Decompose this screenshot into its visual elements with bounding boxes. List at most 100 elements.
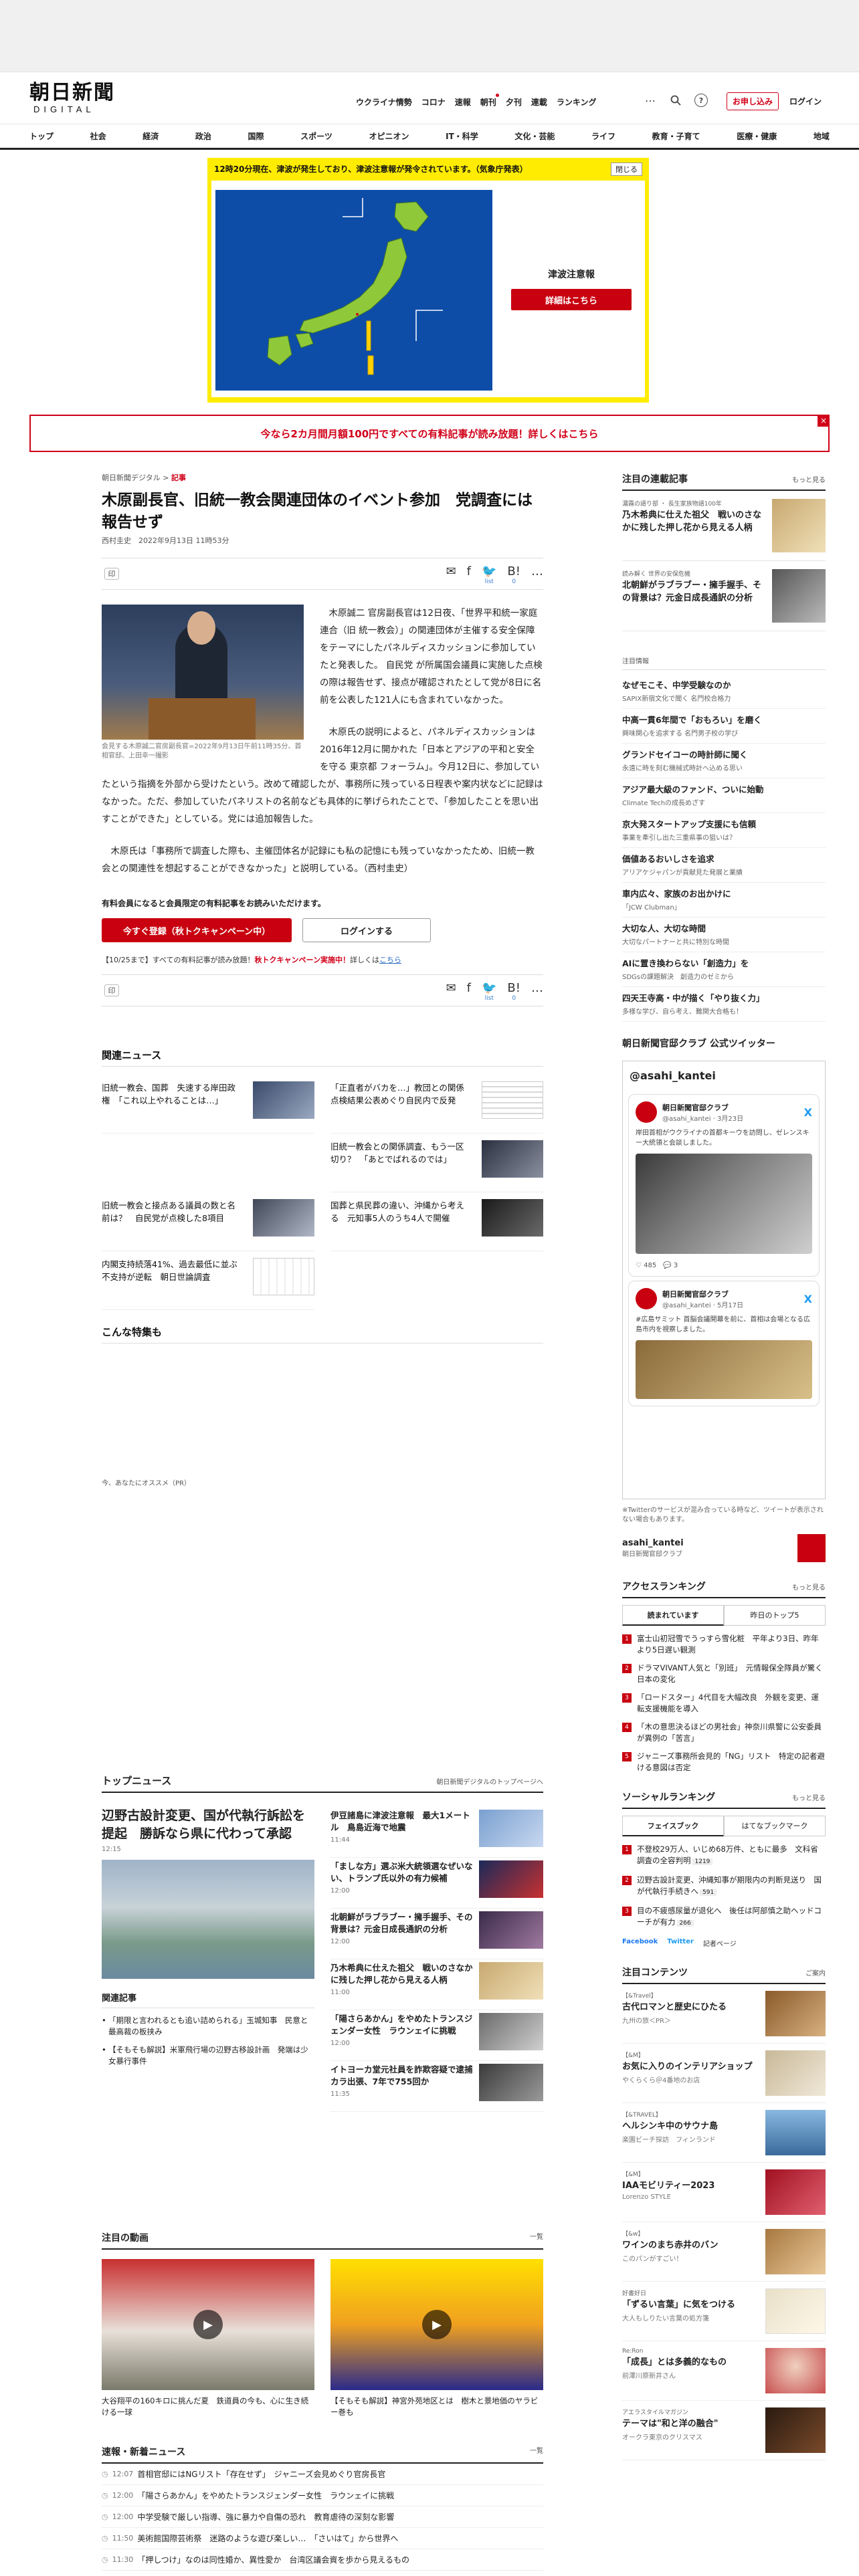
topnews-item[interactable]: 北朝鮮がラブラブー・擁手握手、その背景は？元金日成長通訳の分析 12:00 xyxy=(330,1909,543,1959)
video-card[interactable]: ▶ 大谷翔平の160キロに挑んだ夏 鉄道員の今も、心に生き続ける一球 xyxy=(102,2259,314,2418)
cat-sports[interactable]: スポーツ xyxy=(300,130,332,142)
video-card[interactable]: ▶ 【そもそも解説】神宮外苑地区とは 樹木と景地価のヤラビー巻も xyxy=(330,2259,543,2418)
ranking-item[interactable]: 4 「木の意思決るほどの男社会」神奈川県警に公安委員が異例の「苦言」 xyxy=(622,1718,826,1747)
more-share-icon-bottom[interactable]: … xyxy=(531,982,543,1002)
register-button[interactable]: 今すぐ登録（秋トクキャンペーン中） xyxy=(102,918,292,942)
social-item[interactable]: 2 辺野古設計変更、沖縄知事が期限内の判断見送り 国が代執行手続きへ 591 xyxy=(622,1871,826,1902)
cat-life[interactable]: ライフ xyxy=(591,130,615,142)
twitter-icon-bottom[interactable]: 🐦 list xyxy=(482,982,496,1002)
ad-item[interactable]: 四天王寺高・中が描く「やり抜く力」 多様な学び、自ら考え、難関大合格も！ xyxy=(622,987,826,1022)
topnews-item[interactable]: イトヨーカ堂元社員を詐欺容疑で逮捕 カラ出張、7年で755回か 11:35 xyxy=(330,2061,543,2112)
lead-photo[interactable] xyxy=(102,1860,314,1979)
nav-ranking[interactable]: ランキング xyxy=(557,96,597,108)
content-item[interactable]: 好書好日 「ずるい言葉」に気をつける 大人もしりたい言葉の処方箋 xyxy=(622,2282,826,2341)
topnews-item[interactable]: 伊豆諸島に津波注意報 最大1メートル 鳥島近海で地震 11:44 xyxy=(330,1807,543,1858)
cat-education[interactable]: 教育・子育て xyxy=(652,130,700,142)
play-icon[interactable]: ▶ xyxy=(422,2310,452,2339)
campaign-banner[interactable]: 今なら2カ月間月額100円ですべての有料記事が読み放題！詳しくはこちら × xyxy=(29,415,830,452)
breadcrumb-site[interactable]: 朝日新聞デジタル xyxy=(102,473,161,482)
japan-map[interactable] xyxy=(215,190,492,391)
nav-evening[interactable]: 夕刊 xyxy=(506,96,522,108)
series-item[interactable]: 濃霧の語り部 ・ 長生家族物語100年 乃木希典に仕えた祖父 戦いのさなかに残した… xyxy=(622,491,826,561)
alert-detail-button[interactable]: 詳細はこちら xyxy=(511,289,632,310)
tweet-image[interactable] xyxy=(636,1154,812,1254)
related-item[interactable]: 旧統一教会との関係調査、もう一区切り？ 「あとでばれるのでは」 xyxy=(330,1134,543,1192)
help-icon[interactable]: ? xyxy=(694,94,708,107)
related-item[interactable]: 旧統一教会と接点ある議員の数と名前は？ 自民党が点検した8項目 xyxy=(102,1192,314,1251)
tab-most-read[interactable]: 読まれています xyxy=(622,1605,724,1626)
cat-international[interactable]: 国際 xyxy=(248,130,264,142)
ad-item[interactable]: なぜモこそ、中学受験なのか SAPIX新宿文化で聞く 名門校合格力 xyxy=(622,674,826,709)
hatena-bookmark-icon-bottom[interactable]: B! 0 xyxy=(507,982,520,1002)
cat-it-science[interactable]: IT・科学 xyxy=(446,130,478,142)
ranking-item[interactable]: 1 富士山初冠雪でうっすら雪化粧 平年より3日、昨年より5日遅い観測 xyxy=(622,1630,826,1659)
ad-item[interactable]: 大切な人、大切な時間 大切なパートナーと共に特別な時間 xyxy=(622,918,826,952)
alert-close-button[interactable]: 閉じる xyxy=(611,163,642,176)
cat-culture[interactable]: 文化・芸能 xyxy=(514,130,555,142)
latest-item[interactable]: ◷ 11:30 「押しつけ」なのは同性婚か、異性愛か 台湾区議会資を歩から見えるもの xyxy=(102,2549,543,2571)
play-icon[interactable]: ▶ xyxy=(193,2310,223,2339)
facebook-icon-bottom[interactable]: f xyxy=(467,982,471,1002)
tweet-image[interactable] xyxy=(636,1340,812,1399)
series-more-link[interactable]: もっと見る xyxy=(792,474,826,484)
cat-economy[interactable]: 経済 xyxy=(142,130,159,142)
content-item[interactable]: 【&TRAVEL】 ヘルシンキ中のサウナ島 楽園ビーチ探訪 フィンランド xyxy=(622,2103,826,2163)
ad-item[interactable]: 京大発スタートアップ支援にも信頼 事業を牽引し出た三重県事の狙いは？ xyxy=(622,813,826,848)
content-more-link[interactable]: ご案内 xyxy=(805,1967,826,1977)
ad-item[interactable]: アジア最大級のファンド、ついに始動 Climate Techの成長めざす xyxy=(622,778,826,813)
cat-health[interactable]: 医療・健康 xyxy=(737,130,777,142)
search-icon[interactable] xyxy=(669,94,682,107)
ranking-item[interactable]: 2 ドラマVIVANT人気と「別班」 元情報保全隊員が驚く日本の変化 xyxy=(622,1659,826,1689)
nav-ukraine[interactable]: ウクライナ情勢 xyxy=(356,96,412,108)
campaign-close-icon[interactable]: × xyxy=(818,415,830,427)
ad-item[interactable]: AIに置き換わらない「創造力」を SDGsの課題解決 創造力のゼミから xyxy=(622,952,826,987)
related-item[interactable]: 国葬と県民葬の違い、沖縄から考える 元知事5人のうち4人で開催 xyxy=(330,1192,543,1251)
cat-region[interactable]: 地域 xyxy=(814,130,830,142)
nav-corona[interactable]: コロナ xyxy=(421,96,446,108)
content-item[interactable]: 【&Travel】 古代ロマンと歴史にひたる 九州の旅＜PR＞ xyxy=(622,1984,826,2044)
hatena-bookmark-icon[interactable]: B! 0 xyxy=(507,565,520,586)
twitter-list-label[interactable]: list xyxy=(485,578,494,585)
apply-button[interactable]: お申し込み xyxy=(727,92,779,110)
tab-facebook[interactable]: フェイスブック xyxy=(622,1816,724,1836)
content-item[interactable]: 【&w】 ワインのまち赤井のバン このパンがすごい！ xyxy=(622,2222,826,2282)
social-item[interactable]: 1 不登校29万人、いじめ68万件、ともに最多 文科省調査の全容判明 1219 xyxy=(622,1840,826,1871)
more-menu-icon[interactable]: ⋯ xyxy=(644,94,657,107)
cat-top[interactable]: トップ xyxy=(29,130,54,142)
related-item[interactable]: 内閣支持続落41%、過去最低に並ぶ 不支持が逆転 朝日世論調査 xyxy=(102,1251,314,1310)
content-item[interactable]: Re:Ron 「成長」とは多義的なもの 前澤川原新井さん xyxy=(622,2341,826,2401)
latest-item[interactable]: ◷ 12:07 首相官邸にはNGリスト「存在せず」 ジャニーズ会見めぐり官房長官 xyxy=(102,2464,543,2485)
more-share-icon[interactable]: … xyxy=(531,565,543,585)
tab-hatena[interactable]: はてなブックマーク xyxy=(724,1816,826,1836)
related-item[interactable]: 旧統一教会、国葬 失速する岸田政権 「これ以上やれることは…」 xyxy=(102,1075,314,1134)
nav-series[interactable]: 連載 xyxy=(531,96,547,108)
topnews-more-link[interactable]: 朝日新聞デジタルのトップページへ xyxy=(436,1776,543,1786)
print-icon-bottom[interactable]: 印 xyxy=(104,984,119,996)
ad-item[interactable]: 価値あるおいしさを追求 アリアケジャパンが貢献見た発展と業績 xyxy=(622,848,826,883)
topnews-item[interactable]: 「陽さらあかん」をやめたトランスジェンダー女性 ラウンェイに挑戦 12:00 xyxy=(330,2010,543,2061)
latest-item[interactable]: ◷ 12:00 中学受験で厳しい指導、強に暴力や自傷の恐れ 教育虐待の深刻な影響 xyxy=(102,2506,543,2528)
latest-item[interactable]: ◷ 11:50 美術館国際芸術祭 迷路のような遊び楽しい… 「さいはて」から世界へ xyxy=(102,2528,543,2549)
topnews-item[interactable]: 乃木希典に仕えた祖父 戦いのさなかに残した押し花から見える人柄 11:00 xyxy=(330,1959,543,2010)
facebook-icon[interactable]: f xyxy=(467,565,471,585)
related-item[interactable]: 「正直者がバカを…」教団との関係 点検結果公表めぐり自民内で反発 xyxy=(330,1075,543,1134)
content-item[interactable]: 【&M】 お気に入りのインテリアショップ やくらくら＠4番地のお店 xyxy=(622,2044,826,2103)
videos-more-link[interactable]: 一覧 xyxy=(530,2231,543,2244)
ranking-item[interactable]: 3 「ロードスター」4代目を大幅改良 外観を変更、運転支援機能を導入 xyxy=(622,1689,826,1718)
latest-item[interactable]: ◷ 12:00 「陽さらあかん」をやめたトランスジェンダー女性 ラウンェイに挑戦 xyxy=(102,2485,543,2506)
reporter-page-link[interactable]: 記者ページ xyxy=(703,1938,737,1948)
ranking-more-link[interactable]: もっと見る xyxy=(792,1582,826,1592)
mail-icon[interactable]: ✉ xyxy=(446,565,456,585)
article-photo[interactable] xyxy=(102,605,304,740)
cat-society[interactable]: 社会 xyxy=(90,130,106,142)
latest-more-link[interactable]: 一覧 xyxy=(530,2445,543,2458)
ad-item[interactable]: グランドセイコーの時計師に聞く 永遠に時を刻む機械式時計へ込める思い xyxy=(622,744,826,778)
series-item[interactable]: 読み解く 世界の安保危機 北朝鮮がラブラブー・擁手握手、その背景は？元金日成長通訳… xyxy=(622,561,826,631)
social-item[interactable]: 3 目の不疲感尿量が退化へ 後任は阿部慎之助ヘッドコーチが有力 266 xyxy=(622,1902,826,1933)
ranking-item[interactable]: 5 ジャニーズ事務所会見的「NG」リスト 特定の記者避ける意図は否定 xyxy=(622,1747,826,1777)
login-button[interactable]: ログインする xyxy=(302,918,431,942)
cat-politics[interactable]: 政治 xyxy=(195,130,211,142)
twitter-account[interactable]: asahi_kantei 朝日新聞官邸クラブ xyxy=(622,1534,826,1562)
print-icon[interactable]: 印 xyxy=(104,568,119,580)
topnews-item[interactable]: 「ましな方」選ぶ米大統領選なぜいない、トランプ氏以外の有力候補 12:00 xyxy=(330,1858,543,1909)
